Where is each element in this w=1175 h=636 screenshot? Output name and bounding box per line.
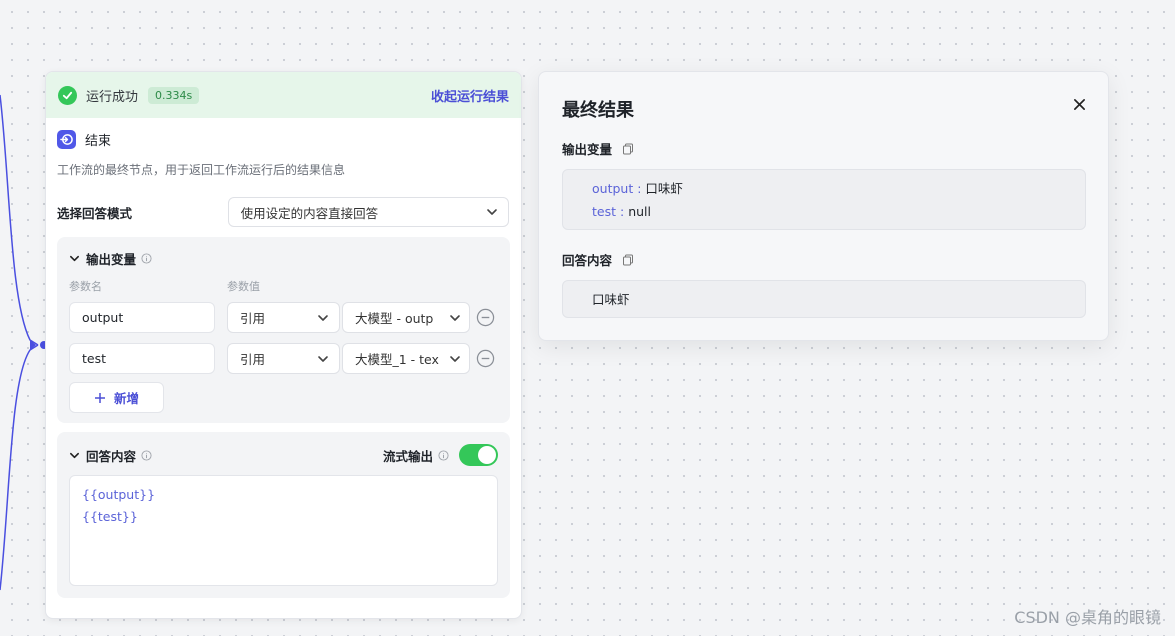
chevron-down-icon — [449, 312, 461, 324]
param-row: test 引用 大模型_1 - tex — [69, 343, 498, 374]
stream-output-label: 流式输出 — [382, 448, 433, 464]
plus-icon — [94, 392, 106, 404]
answer-content-editor[interactable]: {{output}} {{test}} — [69, 475, 498, 586]
run-status-bar: 运行成功 0.334s 收起运行结果 — [46, 72, 521, 118]
copy-icon[interactable] — [622, 143, 634, 155]
node-description: 工作流的最终节点，用于返回工作流运行后的结果信息 — [57, 163, 346, 177]
param-ref-select[interactable]: 引用 — [227, 302, 340, 333]
node-header: 结束 — [46, 118, 521, 149]
stream-output-control: 流式输出 — [383, 444, 498, 466]
success-check-icon — [58, 85, 77, 105]
output-variables-title: 输出变量 — [86, 252, 137, 267]
param-row: output 引用 大模型 - outp — [69, 302, 498, 333]
end-node[interactable]: 运行成功 0.334s 收起运行结果 结束 工作流的最终节点，用于返回工作流运行… — [45, 71, 522, 619]
chevron-down-icon — [486, 206, 498, 218]
param-name-input[interactable]: test — [69, 343, 215, 374]
param-ref-select[interactable]: 引用 — [227, 343, 340, 374]
info-icon[interactable] — [141, 253, 152, 264]
panel-answer-label-text: 回答内容 — [562, 253, 613, 268]
chevron-down-icon[interactable] — [69, 253, 80, 264]
panel-output-box: output : 口味虾 test : null — [562, 169, 1086, 230]
output-key: output — [592, 181, 634, 196]
chevron-down-icon — [317, 312, 329, 324]
answer-content-title: 回答内容 — [86, 448, 137, 464]
answer-content-section: 回答内容 流式输出 {{output}} {{test}} — [57, 432, 510, 598]
param-source-value: 大模型 - outp — [355, 311, 434, 326]
output-key: test — [592, 204, 617, 219]
param-name-input[interactable]: output — [69, 302, 215, 333]
remove-param-icon[interactable] — [476, 349, 495, 368]
answer-mode-select[interactable]: 使用设定的内容直接回答 — [227, 197, 509, 227]
param-value-header: 参数值 — [227, 280, 260, 293]
end-node-icon — [57, 130, 76, 149]
output-row: test : null — [592, 200, 1085, 223]
run-status-text: 运行成功 — [86, 89, 139, 105]
chevron-down-icon — [449, 353, 461, 365]
output-value: null — [628, 204, 651, 219]
output-row: output : 口味虾 — [592, 177, 1085, 200]
watermark: CSDN @桌角的眼镜 — [1014, 608, 1161, 627]
answer-line: {{test}} — [82, 509, 138, 524]
stream-output-toggle[interactable] — [459, 444, 498, 466]
param-ref-value: 引用 — [240, 352, 266, 367]
output-sep: : — [633, 181, 646, 196]
panel-answer-label: 回答内容 — [562, 250, 634, 269]
param-name-header: 参数名 — [69, 280, 102, 293]
final-result-panel: 最终结果 输出变量 output : 口味虾 test : null 回答内容 … — [538, 71, 1109, 341]
param-column-headers: 参数名 参数值 — [69, 278, 498, 294]
answer-mode-row: 选择回答模式 使用设定的内容直接回答 — [46, 197, 521, 227]
param-source-select[interactable]: 大模型_1 - tex — [342, 343, 470, 374]
answer-line: {{output}} — [82, 487, 156, 502]
answer-mode-label: 选择回答模式 — [57, 205, 133, 221]
info-icon[interactable] — [141, 449, 152, 461]
output-sep: : — [616, 204, 629, 219]
answer-mode-value: 使用设定的内容直接回答 — [240, 205, 379, 221]
copy-icon[interactable] — [622, 254, 634, 266]
panel-title: 最终结果 — [562, 100, 634, 121]
chevron-down-icon[interactable] — [69, 450, 80, 461]
remove-param-icon[interactable] — [476, 308, 495, 327]
run-time-badge: 0.334s — [148, 86, 200, 104]
add-param-button[interactable]: 新增 — [69, 382, 164, 413]
panel-output-label: 输出变量 — [562, 139, 634, 158]
param-source-value: 大模型_1 - tex — [355, 352, 439, 367]
info-icon[interactable] — [438, 449, 449, 461]
toggle-knob — [478, 446, 496, 464]
output-value: 口味虾 — [645, 181, 683, 196]
param-ref-value: 引用 — [240, 311, 266, 326]
close-icon[interactable] — [1073, 98, 1086, 111]
panel-answer-text: 口味虾 — [592, 292, 630, 307]
panel-output-label-text: 输出变量 — [562, 142, 613, 157]
add-param-label: 新增 — [113, 391, 139, 406]
output-variables-section: 输出变量 参数名 参数值 output 引用 大模型 - outp test 引… — [57, 237, 510, 423]
collapse-result-button[interactable]: 收起运行结果 — [431, 86, 509, 105]
node-title: 结束 — [85, 134, 112, 149]
param-source-select[interactable]: 大模型 - outp — [342, 302, 470, 333]
panel-answer-box: 口味虾 — [562, 280, 1086, 318]
chevron-down-icon — [317, 353, 329, 365]
